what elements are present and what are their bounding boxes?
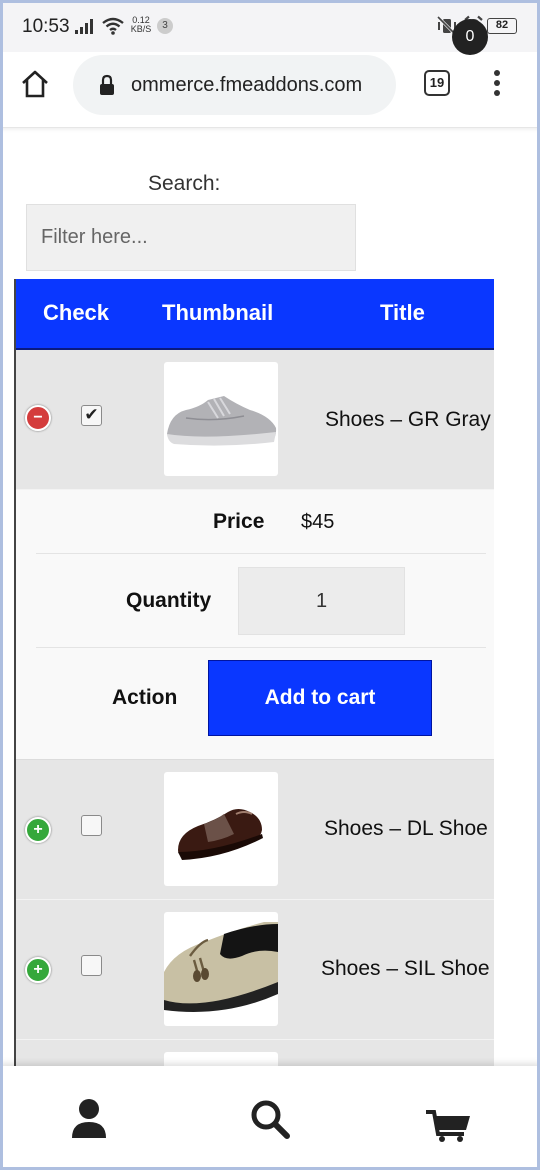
cart-icon[interactable] (424, 1100, 472, 1142)
gray-sneaker-icon (167, 396, 277, 446)
product-thumbnail[interactable] (164, 912, 278, 1026)
price-label: Price (213, 510, 265, 533)
tab-switcher-icon[interactable]: 19 (424, 70, 450, 96)
collapse-row-icon[interactable]: − (25, 405, 51, 431)
divider (36, 647, 486, 648)
quantity-input[interactable]: 1 (238, 567, 405, 635)
add-to-cart-button[interactable]: Add to cart (208, 660, 432, 736)
network-speed: 0.12 KB/S (128, 16, 154, 34)
filter-input[interactable] (26, 204, 356, 271)
address-bar[interactable]: ommerce.fmeaddons.com (73, 55, 396, 115)
row-checkbox[interactable] (81, 955, 102, 976)
silver-loafer-icon (164, 922, 278, 1012)
brown-dress-shoe-icon (178, 809, 263, 860)
product-title[interactable]: Shoes – GR Gray (325, 408, 491, 432)
search-label: Search: (148, 172, 221, 195)
account-icon[interactable] (70, 1098, 108, 1140)
bottom-navigation (0, 1066, 540, 1170)
product-title[interactable]: Shoes – SIL Shoe (321, 957, 490, 981)
more-options-icon[interactable] (493, 70, 501, 98)
product-table: Check Thumbnail Title − ✔ Shoes – GR Gra… (14, 279, 494, 1068)
product-title[interactable]: Shoes – DL Shoe (324, 817, 488, 841)
search-icon[interactable] (249, 1098, 291, 1140)
wifi-icon (102, 17, 124, 35)
header-thumbnail: Thumbnail (162, 300, 274, 325)
row-checkbox[interactable]: ✔ (81, 405, 102, 426)
table-row: + Shoes – DL Shoe (16, 760, 494, 900)
divider (36, 553, 486, 554)
table-row (16, 1040, 494, 1068)
network-speed-unit: KB/S (130, 24, 152, 34)
product-thumbnail[interactable] (164, 772, 278, 886)
expand-row-icon[interactable]: + (25, 817, 51, 843)
cart-count-badge: 0 (452, 19, 488, 55)
table-row: + Shoes – SIL Shoe (16, 900, 494, 1040)
lock-icon (100, 74, 114, 95)
home-icon[interactable] (20, 69, 50, 99)
table-row: − ✔ Shoes – GR Gray (16, 350, 494, 490)
battery-indicator: 82 (487, 18, 517, 34)
action-label: Action (112, 686, 178, 709)
quantity-label: Quantity (126, 589, 212, 612)
expand-row-icon[interactable]: + (25, 957, 51, 983)
header-check: Check (43, 300, 110, 325)
status-time: 10:53 (22, 16, 70, 37)
table-header: Check Thumbnail Title (16, 279, 494, 350)
signal-icon (75, 19, 93, 34)
url-text: ommerce.fmeaddons.com (131, 74, 363, 96)
price-value: $45 (301, 511, 335, 533)
row-checkbox[interactable] (81, 815, 102, 836)
product-thumbnail[interactable] (164, 362, 278, 476)
notification-count: 3 (157, 18, 173, 34)
browser-toolbar: ommerce.fmeaddons.com 19 (0, 52, 540, 128)
row-details: Price $45 Quantity 1 Action Add to cart (16, 490, 494, 760)
header-title: Title (380, 300, 425, 325)
